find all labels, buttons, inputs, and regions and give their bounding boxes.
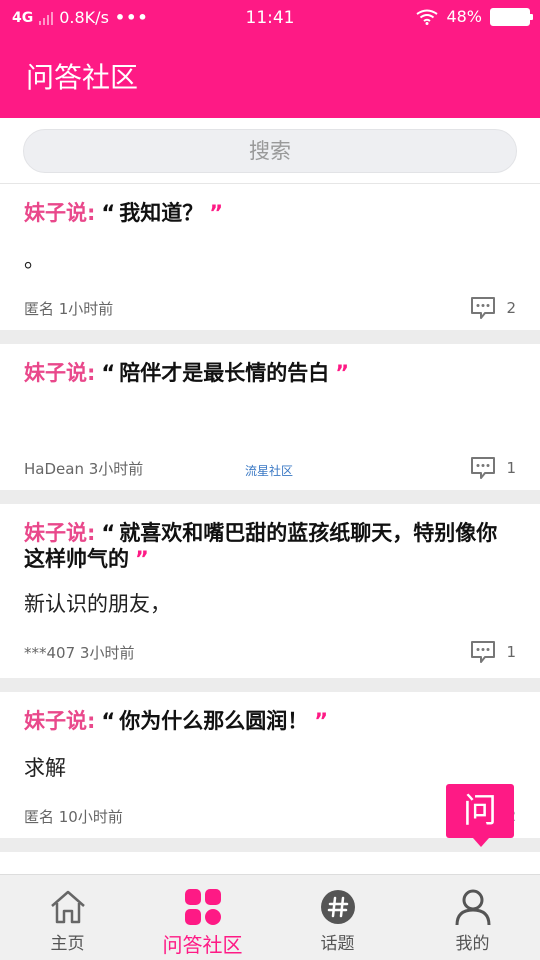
post-answer bbox=[24, 404, 516, 434]
comment-count: 1 bbox=[506, 643, 516, 661]
hashtag-icon bbox=[318, 887, 358, 927]
close-quote-icon: ” bbox=[314, 709, 329, 733]
comment-count: 1 bbox=[506, 459, 516, 477]
post-answer: 新认识的朋友， bbox=[24, 592, 171, 616]
post-question: 妹子说: “我知道？” bbox=[24, 200, 516, 226]
battery-icon bbox=[490, 7, 533, 26]
close-quote-icon: ” bbox=[335, 361, 350, 385]
nav-item-home[interactable]: 主页 bbox=[0, 875, 135, 960]
post-author-time: 匿名 10小时前 bbox=[24, 807, 123, 826]
status-bar: 4G 0.8K/s ••• 11:41 48% bbox=[0, 0, 540, 36]
ask-question-button[interactable]: 问 bbox=[446, 784, 514, 847]
post-author-time: HaDean 3小时前 bbox=[24, 459, 144, 478]
nav-item-topics[interactable]: 话题 bbox=[270, 875, 405, 960]
comment-count: 2 bbox=[506, 299, 516, 317]
comment-icon bbox=[471, 457, 496, 479]
post-answer: 求解 bbox=[24, 756, 66, 780]
nav-item-community[interactable]: 问答社区 bbox=[135, 875, 270, 960]
post-author-time: ***407 3小时前 bbox=[24, 643, 135, 662]
nav-label: 主页 bbox=[50, 934, 85, 954]
nav-label: 我的 bbox=[455, 934, 490, 954]
question-text: 陪伴才是最长情的告白 bbox=[119, 361, 330, 385]
search-input[interactable]: 搜索 bbox=[23, 129, 517, 173]
open-quote-icon: “ bbox=[101, 709, 116, 733]
post-card[interactable]: 妹子说: “我知道？” 。 匿名 1小时前 2 bbox=[0, 184, 540, 330]
page-title: 问答社区 bbox=[26, 61, 139, 94]
question-text: 你为什么那么圆润！ bbox=[119, 709, 309, 733]
question-prefix: 妹子说: bbox=[24, 709, 96, 733]
search-bar: 搜索 bbox=[0, 118, 540, 184]
post-card[interactable]: 妹子说: “就喜欢和嘴巴甜的蓝孩纸聊天，特别像你这样帅气的” 新认识的朋友， **… bbox=[0, 504, 540, 678]
post-question: 妹子说: “就喜欢和嘴巴甜的蓝孩纸聊天，特别像你这样帅气的” bbox=[24, 520, 516, 572]
nav-label: 问答社区 bbox=[162, 933, 243, 957]
nav-item-profile[interactable]: 我的 bbox=[405, 875, 540, 960]
close-quote-icon: ” bbox=[135, 547, 149, 571]
open-quote-icon: “ bbox=[101, 201, 116, 225]
post-author-time: 匿名 1小时前 bbox=[24, 299, 114, 318]
close-quote-icon: ” bbox=[209, 201, 224, 225]
home-icon bbox=[48, 887, 88, 927]
open-quote-icon: “ bbox=[101, 361, 116, 385]
wifi-icon bbox=[416, 9, 439, 25]
comment-icon bbox=[471, 641, 496, 663]
post-meta: 匿名 1小时前 2 bbox=[24, 296, 516, 320]
post-question: 妹子说: “陪伴才是最长情的告白” bbox=[24, 360, 516, 386]
question-text: 我知道？ bbox=[119, 201, 204, 225]
post-question: 妹子说: “你为什么那么圆润！” bbox=[24, 708, 516, 734]
comment-button[interactable]: 1 bbox=[470, 640, 516, 664]
user-icon bbox=[453, 887, 493, 927]
watermark-text: 流星社区 bbox=[245, 464, 294, 478]
comment-button[interactable]: 1 bbox=[470, 456, 516, 480]
post-meta: ***407 3小时前 1 bbox=[24, 640, 516, 664]
bottom-nav: 主页 问答社区 话题 我的 bbox=[0, 874, 540, 960]
question-prefix: 妹子说: bbox=[24, 521, 96, 545]
comment-button[interactable]: 2 bbox=[470, 296, 516, 320]
post-answer: 。 bbox=[24, 248, 45, 272]
post-card[interactable] bbox=[0, 852, 540, 874]
post-card[interactable]: 妹子说: “陪伴才是最长情的告白” HaDean 3小时前 1 流星社区 bbox=[0, 344, 540, 490]
content-area[interactable]: 搜索 妹子说: “我知道？” 。 匿名 1小时前 2 妹子说: “陪伴才是最长情的告… bbox=[0, 118, 540, 874]
question-prefix: 妹子说: bbox=[24, 361, 96, 385]
app-bar: 问答社区 bbox=[0, 36, 540, 118]
question-prefix: 妹子说: bbox=[24, 201, 96, 225]
open-quote-icon: “ bbox=[101, 521, 116, 545]
post-meta: 匿名 10小时前 2 bbox=[24, 804, 516, 828]
battery-percent: 48% bbox=[446, 7, 482, 26]
comment-icon bbox=[471, 297, 496, 319]
nav-label: 话题 bbox=[320, 934, 355, 954]
grid-icon bbox=[183, 887, 223, 927]
